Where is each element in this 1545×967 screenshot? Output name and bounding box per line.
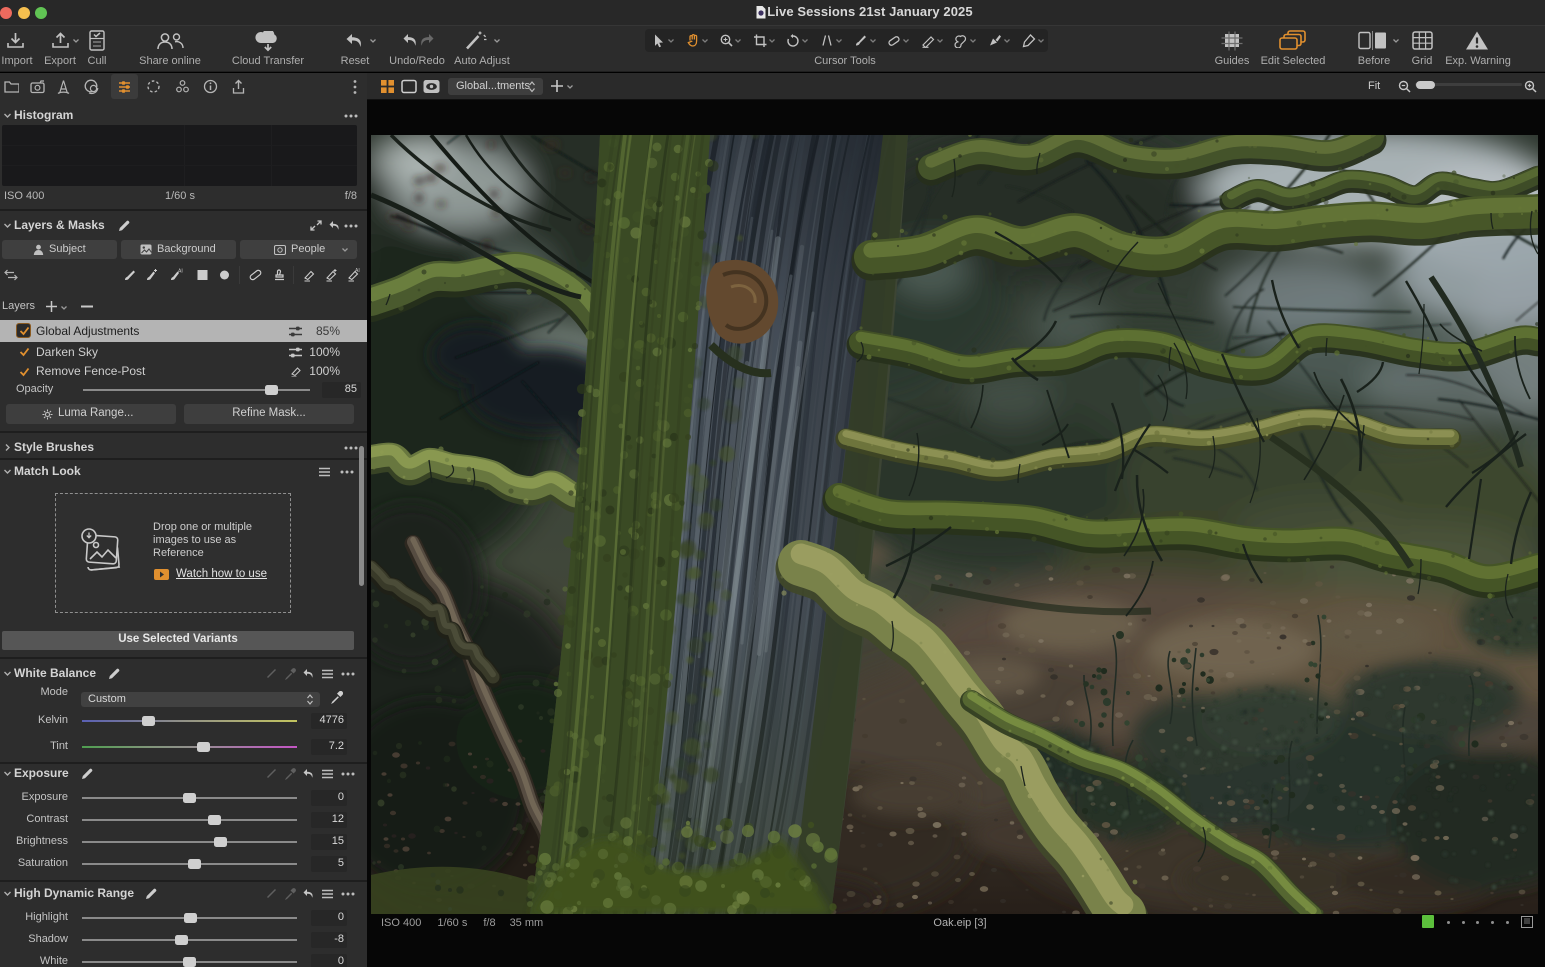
svg-text:AI: AI <box>178 269 183 275</box>
svg-text:AI: AI <box>355 268 360 274</box>
